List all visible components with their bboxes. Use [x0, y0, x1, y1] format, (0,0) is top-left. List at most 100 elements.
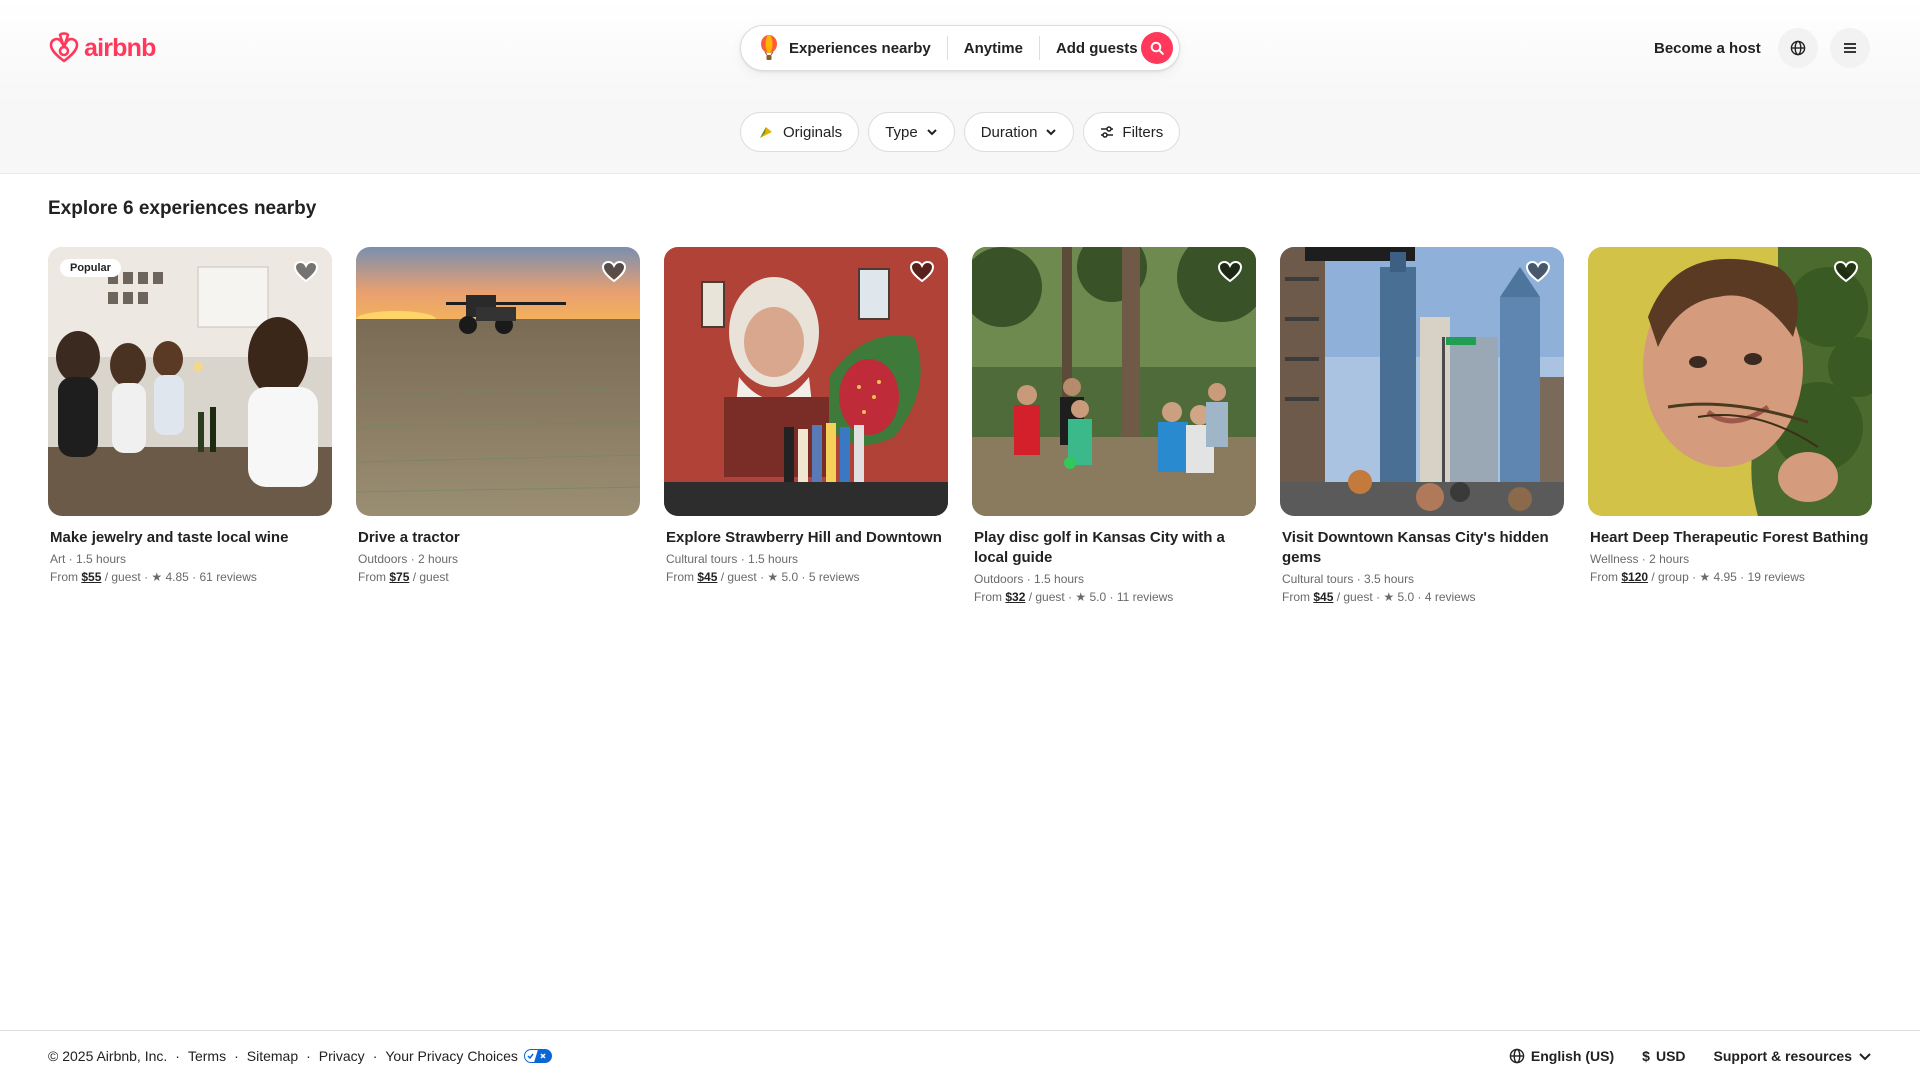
heart-icon[interactable]: [600, 257, 628, 285]
price-suffix: / group · ★ 4.95 · 19 reviews: [1648, 570, 1805, 584]
experience-photo[interactable]: [356, 247, 640, 516]
price-suffix: / guest · ★ 5.0 · 11 reviews: [1025, 590, 1174, 604]
separator-dot: ·: [372, 1047, 378, 1064]
hamburger-icon: [1844, 43, 1856, 53]
heart-icon[interactable]: [1216, 257, 1244, 285]
balloon-icon: [761, 35, 777, 60]
language-button[interactable]: [1778, 28, 1818, 68]
experience-meta: Cultural tours · 1.5 hours: [666, 552, 799, 566]
search-bar[interactable]: Experiences nearby Anytime Add guests: [740, 25, 1180, 71]
experience-photo[interactable]: [972, 247, 1256, 516]
search-icon: [1150, 41, 1164, 55]
chevron-down-icon: [927, 129, 937, 136]
currency-selector[interactable]: $ USD: [1642, 1048, 1685, 1064]
chevron-down-icon: [1046, 129, 1057, 136]
sitemap-link[interactable]: Sitemap: [247, 1048, 298, 1064]
experience-price: From $45 / guest · ★ 5.0 · 4 reviews: [1280, 588, 1564, 606]
experience-card[interactable]: Drive a tractor Outdoors · 2 hours From …: [356, 247, 640, 606]
privacy-link[interactable]: Privacy: [319, 1048, 365, 1064]
experience-title: Drive a tractor: [358, 529, 460, 546]
experience-price: From $45 / guest · ★ 5.0 · 5 reviews: [664, 568, 948, 586]
disc-golf-photo: [972, 247, 1256, 516]
price-suffix: / guest: [409, 570, 449, 584]
experience-title: Explore Strawberry Hill and Downtown: [666, 529, 942, 546]
jewelry-wine-photo: [48, 247, 332, 516]
search-location[interactable]: Experiences nearby: [741, 35, 947, 61]
separator-dot: ·: [175, 1047, 180, 1064]
privacy-choices-label: Your Privacy Choices: [385, 1047, 518, 1064]
filter-all[interactable]: Filters: [1083, 112, 1181, 152]
experience-card[interactable]: Visit Downtown Kansas City's hidden gems…: [1280, 247, 1564, 606]
experience-meta: Outdoors · 2 hours: [358, 552, 459, 566]
strawberry-mural-photo: [664, 247, 948, 516]
chevron-down-icon: [1859, 1052, 1871, 1060]
search-button[interactable]: [1141, 32, 1173, 64]
experience-price: From $120 / group · ★ 4.95 · 19 reviews: [1588, 568, 1872, 586]
filter-originals[interactable]: Originals: [740, 112, 860, 152]
separator-dot: ·: [234, 1047, 239, 1064]
originals-icon: [760, 127, 772, 138]
price-prefix: From: [1282, 590, 1314, 604]
language-selector[interactable]: English (US): [1509, 1048, 1614, 1064]
price-prefix: From: [666, 570, 698, 584]
experience-card[interactable]: Play disc golf in Kansas City with a loc…: [972, 247, 1256, 606]
filter-originals-label: Originals: [783, 123, 843, 141]
tractor-photo: [356, 247, 640, 516]
privacy-choices-link[interactable]: Your Privacy Choices: [385, 1048, 552, 1064]
filter-type[interactable]: Type: [868, 112, 955, 152]
heart-icon[interactable]: [1524, 257, 1552, 285]
forest-bathing-photo: [1588, 247, 1872, 516]
filter-type-label: Type: [885, 123, 918, 141]
terms-link[interactable]: Terms: [188, 1048, 226, 1064]
airbnb-logo-icon: [49, 32, 79, 63]
experience-photo[interactable]: [664, 247, 948, 516]
menu-button[interactable]: [1830, 28, 1870, 68]
currency-symbol: $: [1642, 1047, 1650, 1064]
popular-badge: Popular: [60, 259, 121, 277]
experience-list: Popular Make jewelry and taste local win…: [48, 247, 1872, 606]
heart-icon[interactable]: [908, 257, 936, 285]
sliders-icon: [1101, 126, 1114, 138]
price-prefix: From: [974, 590, 1006, 604]
header: airbnb Experiences nearby Anytime Add gu…: [0, 0, 1920, 174]
experience-meta: Outdoors · 1.5 hours: [974, 572, 1085, 586]
experience-title: Visit Downtown Kansas City's hidden gems: [1282, 529, 1549, 566]
price-suffix: / guest · ★ 5.0 · 5 reviews: [717, 570, 860, 584]
become-host-link[interactable]: Become a host: [1640, 29, 1775, 67]
experience-card[interactable]: Explore Strawberry Hill and Downtown Cul…: [664, 247, 948, 606]
copyright: © 2025 Airbnb, Inc.: [48, 1047, 168, 1064]
experience-price: From $32 / guest · ★ 5.0 · 11 reviews: [972, 588, 1256, 606]
price-suffix: / guest · ★ 4.85 · 61 reviews: [101, 570, 257, 584]
experience-price: From $75 / guest: [356, 568, 640, 586]
price-prefix: From: [1590, 570, 1622, 584]
price-amount: $45: [697, 570, 718, 584]
filter-bar: Originals Type Duration Filters: [740, 112, 1181, 152]
experience-card[interactable]: Popular Make jewelry and taste local win…: [48, 247, 332, 606]
filter-all-label: Filters: [1122, 123, 1164, 141]
experience-photo[interactable]: Popular: [48, 247, 332, 516]
price-prefix: From: [358, 570, 390, 584]
globe-icon: [1790, 40, 1806, 56]
airbnb-logo[interactable]: airbnb: [48, 31, 156, 65]
support-resources-button[interactable]: Support & resources: [1714, 1048, 1872, 1064]
heart-icon[interactable]: [292, 257, 320, 285]
currency-label: USD: [1655, 1047, 1686, 1064]
price-amount: $32: [1005, 590, 1026, 604]
search-dates[interactable]: Anytime: [948, 40, 1039, 57]
experience-card[interactable]: Heart Deep Therapeutic Forest Bathing We…: [1588, 247, 1872, 606]
experience-photo[interactable]: [1280, 247, 1564, 516]
experience-title: Make jewelry and taste local wine: [50, 529, 289, 546]
heart-icon[interactable]: [1832, 257, 1860, 285]
logo-wordmark: airbnb: [84, 33, 156, 62]
support-label: Support & resources: [1713, 1047, 1852, 1064]
search-guests[interactable]: Add guests: [1040, 40, 1154, 57]
footer-links: © 2025 Airbnb, Inc. · Terms · Sitemap · …: [48, 1048, 552, 1064]
filter-duration[interactable]: Duration: [963, 112, 1075, 152]
price-amount: $75: [389, 570, 410, 584]
price-amount: $120: [1621, 570, 1649, 584]
experience-photo[interactable]: [1588, 247, 1872, 516]
language-label: English (US): [1530, 1047, 1615, 1064]
price-suffix: / guest · ★ 5.0 · 4 reviews: [1333, 590, 1476, 604]
experience-meta: Cultural tours · 3.5 hours: [1282, 572, 1415, 586]
experience-price: From $55 / guest · ★ 4.85 · 61 reviews: [48, 568, 332, 586]
